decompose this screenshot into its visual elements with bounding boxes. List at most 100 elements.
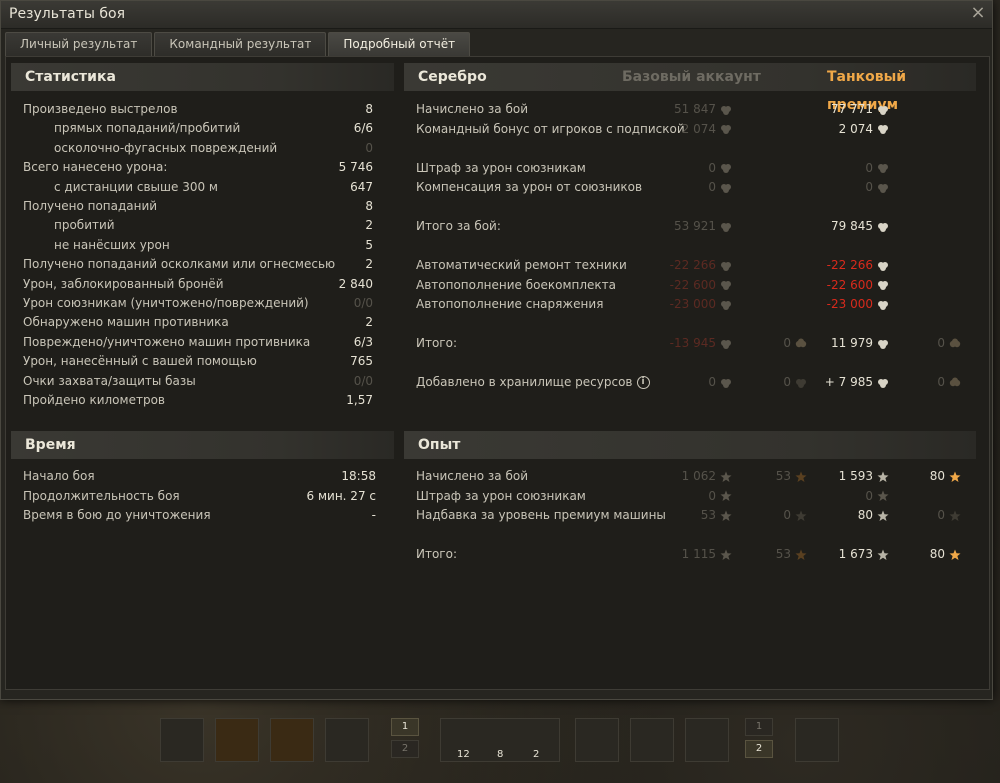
xp-basic-free-text: 53 — [775, 469, 791, 483]
storage-basic-gold: 0 — [783, 373, 807, 392]
consumable-slot-3[interactable] — [685, 718, 729, 762]
loadout-number-2[interactable]: 2 — [391, 740, 419, 758]
xp-row: Надбавка за уровень премиум машины 53 0 80 0 — [416, 506, 961, 525]
module-slot-1[interactable] — [160, 718, 204, 762]
loadout-number-3[interactable]: 1 — [745, 718, 773, 736]
xp-basic-free: 0 — [783, 506, 807, 525]
xp-premium-free-text: 80 — [929, 469, 945, 483]
silver-premium-value-icon — [873, 180, 889, 194]
xp-premium: 80 — [858, 506, 889, 525]
stat-row: Произведено выстрелов 8 — [23, 100, 373, 119]
results-content: Статистика Произведено выстрелов 8 прямых … — [5, 56, 990, 690]
xp-premium-icon — [873, 469, 889, 483]
silver-row: Командный бонус от игроков с подпиской 2 … — [416, 120, 961, 139]
xp-total-premium-free-text: 80 — [929, 547, 945, 561]
time-label: Продолжительность боя — [23, 488, 180, 503]
window-title: Результаты боя — [9, 6, 125, 22]
silver-basic-value-text: -23 000 — [669, 297, 716, 311]
storage-basic-text: 0 — [708, 375, 716, 389]
consumable-slot-1[interactable] — [575, 718, 619, 762]
stat-label: Урон, заблокированный бронёй — [23, 276, 224, 291]
silver-basic-value-text: 53 921 — [674, 219, 716, 233]
stat-label: Обнаружено машин противника — [23, 315, 229, 330]
silver-row: Начислено за бой 51 847 77 771 — [416, 100, 961, 119]
ammo-count-2: 8 — [497, 749, 504, 760]
info-icon[interactable]: i — [636, 376, 650, 389]
silver-basic-value-text: -22 266 — [669, 258, 716, 272]
stat-value: 0/0 — [353, 296, 373, 310]
module-slot-4[interactable] — [325, 718, 369, 762]
xp-label: Начислено за бой — [416, 469, 529, 483]
stat-label: с дистанции свыше 300 м — [54, 179, 218, 194]
xp-total-premium-icon — [873, 547, 889, 561]
silver-row: Штраф за урон союзникам 0 0 — [416, 159, 961, 178]
silver-premium-value: 2 074 — [839, 120, 889, 139]
module-slot-3[interactable] — [270, 718, 314, 762]
stat-label: Урон, нанесённый с вашей помощью — [23, 354, 257, 369]
loadout-number-4[interactable]: 2 — [745, 740, 773, 758]
silver-premium-value-text: -22 266 — [826, 258, 873, 272]
silver-premium-value: -22 266 — [827, 256, 889, 275]
xp-total-basic-free-text: 53 — [775, 547, 791, 561]
silver-basic-value-text: 0 — [708, 160, 716, 175]
equipment-slot[interactable] — [795, 718, 839, 762]
silver-premium-value-icon — [873, 219, 889, 233]
consumable-slot-2[interactable] — [630, 718, 674, 762]
silver-premium-value-text: 77 771 — [831, 102, 873, 116]
xp-total-premium: 1 673 — [839, 545, 889, 564]
silver-premium-value-icon — [873, 122, 889, 136]
stat-value: 2 — [365, 218, 373, 233]
xp-basic-free-icon — [791, 469, 807, 483]
stat-value: 2 840 — [338, 276, 373, 291]
tab-detailed[interactable]: Подробный отчёт — [328, 32, 471, 56]
stat-value: 2 — [365, 257, 373, 272]
silver-total-premium: 11 979 — [831, 334, 889, 353]
silver-total-basic-gold-icon — [791, 336, 807, 350]
silver-premium-value-text: 0 — [865, 180, 873, 194]
xp-basic-free: 53 — [776, 467, 807, 486]
stat-row: Обнаружено машин противника 2 — [23, 313, 373, 332]
xp-total-row: Итого: 1 115 53 1 673 80 — [416, 545, 961, 564]
silver-label: Автоматический ремонт техники — [416, 258, 627, 272]
stat-value: 2 — [365, 315, 373, 330]
storage-basic-gold-text: 0 — [783, 375, 791, 389]
xp-row: Штраф за урон союзникам 0 0 — [416, 487, 961, 506]
storage-premium-gold: 0 — [937, 373, 961, 392]
battle-results-window: Результаты боя × Личный результат Команд… — [0, 0, 993, 700]
time-value: 18:58 — [341, 469, 376, 483]
stat-row: пробитий 2 — [23, 216, 373, 235]
xp-header: Опыт — [404, 431, 976, 459]
silver-total-premium-text: 11 979 — [831, 336, 873, 350]
silver-basic-value-icon — [716, 297, 732, 311]
stat-value: 5 — [365, 237, 373, 252]
loadout-number-1[interactable]: 1 — [391, 718, 419, 736]
tab-personal[interactable]: Личный результат — [5, 32, 153, 56]
module-slot-2[interactable] — [215, 718, 259, 762]
storage-premium-gold-icon — [945, 375, 961, 389]
stat-value: 1,57 — [346, 393, 373, 407]
silver-basic-value: 0 — [708, 178, 732, 197]
xp-basic-icon — [716, 489, 732, 503]
silver-row: Итого за бой: 53 921 79 845 — [416, 217, 961, 236]
ammo-slots[interactable]: 12 8 2 — [440, 718, 560, 762]
silver-basic-value: 2 074 — [682, 120, 732, 139]
xp-basic-free-icon — [791, 508, 807, 522]
storage-basic-icon — [716, 375, 732, 389]
silver-label: Итого за бой: — [416, 219, 501, 233]
silver-total-basic-icon — [716, 336, 732, 350]
silver-total-premium-icon — [873, 336, 889, 350]
stat-value: 8 — [365, 102, 373, 116]
stat-row: Урон союзникам (уничтожено/повреждений) 0… — [23, 294, 373, 313]
silver-basic-value: 51 847 — [674, 100, 732, 119]
stat-value: 6/3 — [353, 334, 373, 349]
silver-total-premium-gold: 0 — [937, 334, 961, 353]
xp-label: Надбавка за уровень премиум машины — [416, 508, 666, 522]
silver-premium-value-text: -23 000 — [826, 297, 873, 311]
storage-label: Добавлено в хранилище ресурсов i — [416, 373, 650, 392]
storage-premium-text: + 7 985 — [824, 375, 873, 389]
xp-premium-icon — [873, 489, 889, 503]
silver-label: Начислено за бой — [416, 102, 529, 116]
silver-row: Автопополнение боекомплекта -22 600 -22 60… — [416, 276, 961, 295]
tab-team[interactable]: Командный результат — [154, 32, 327, 56]
close-button[interactable]: × — [968, 3, 988, 23]
